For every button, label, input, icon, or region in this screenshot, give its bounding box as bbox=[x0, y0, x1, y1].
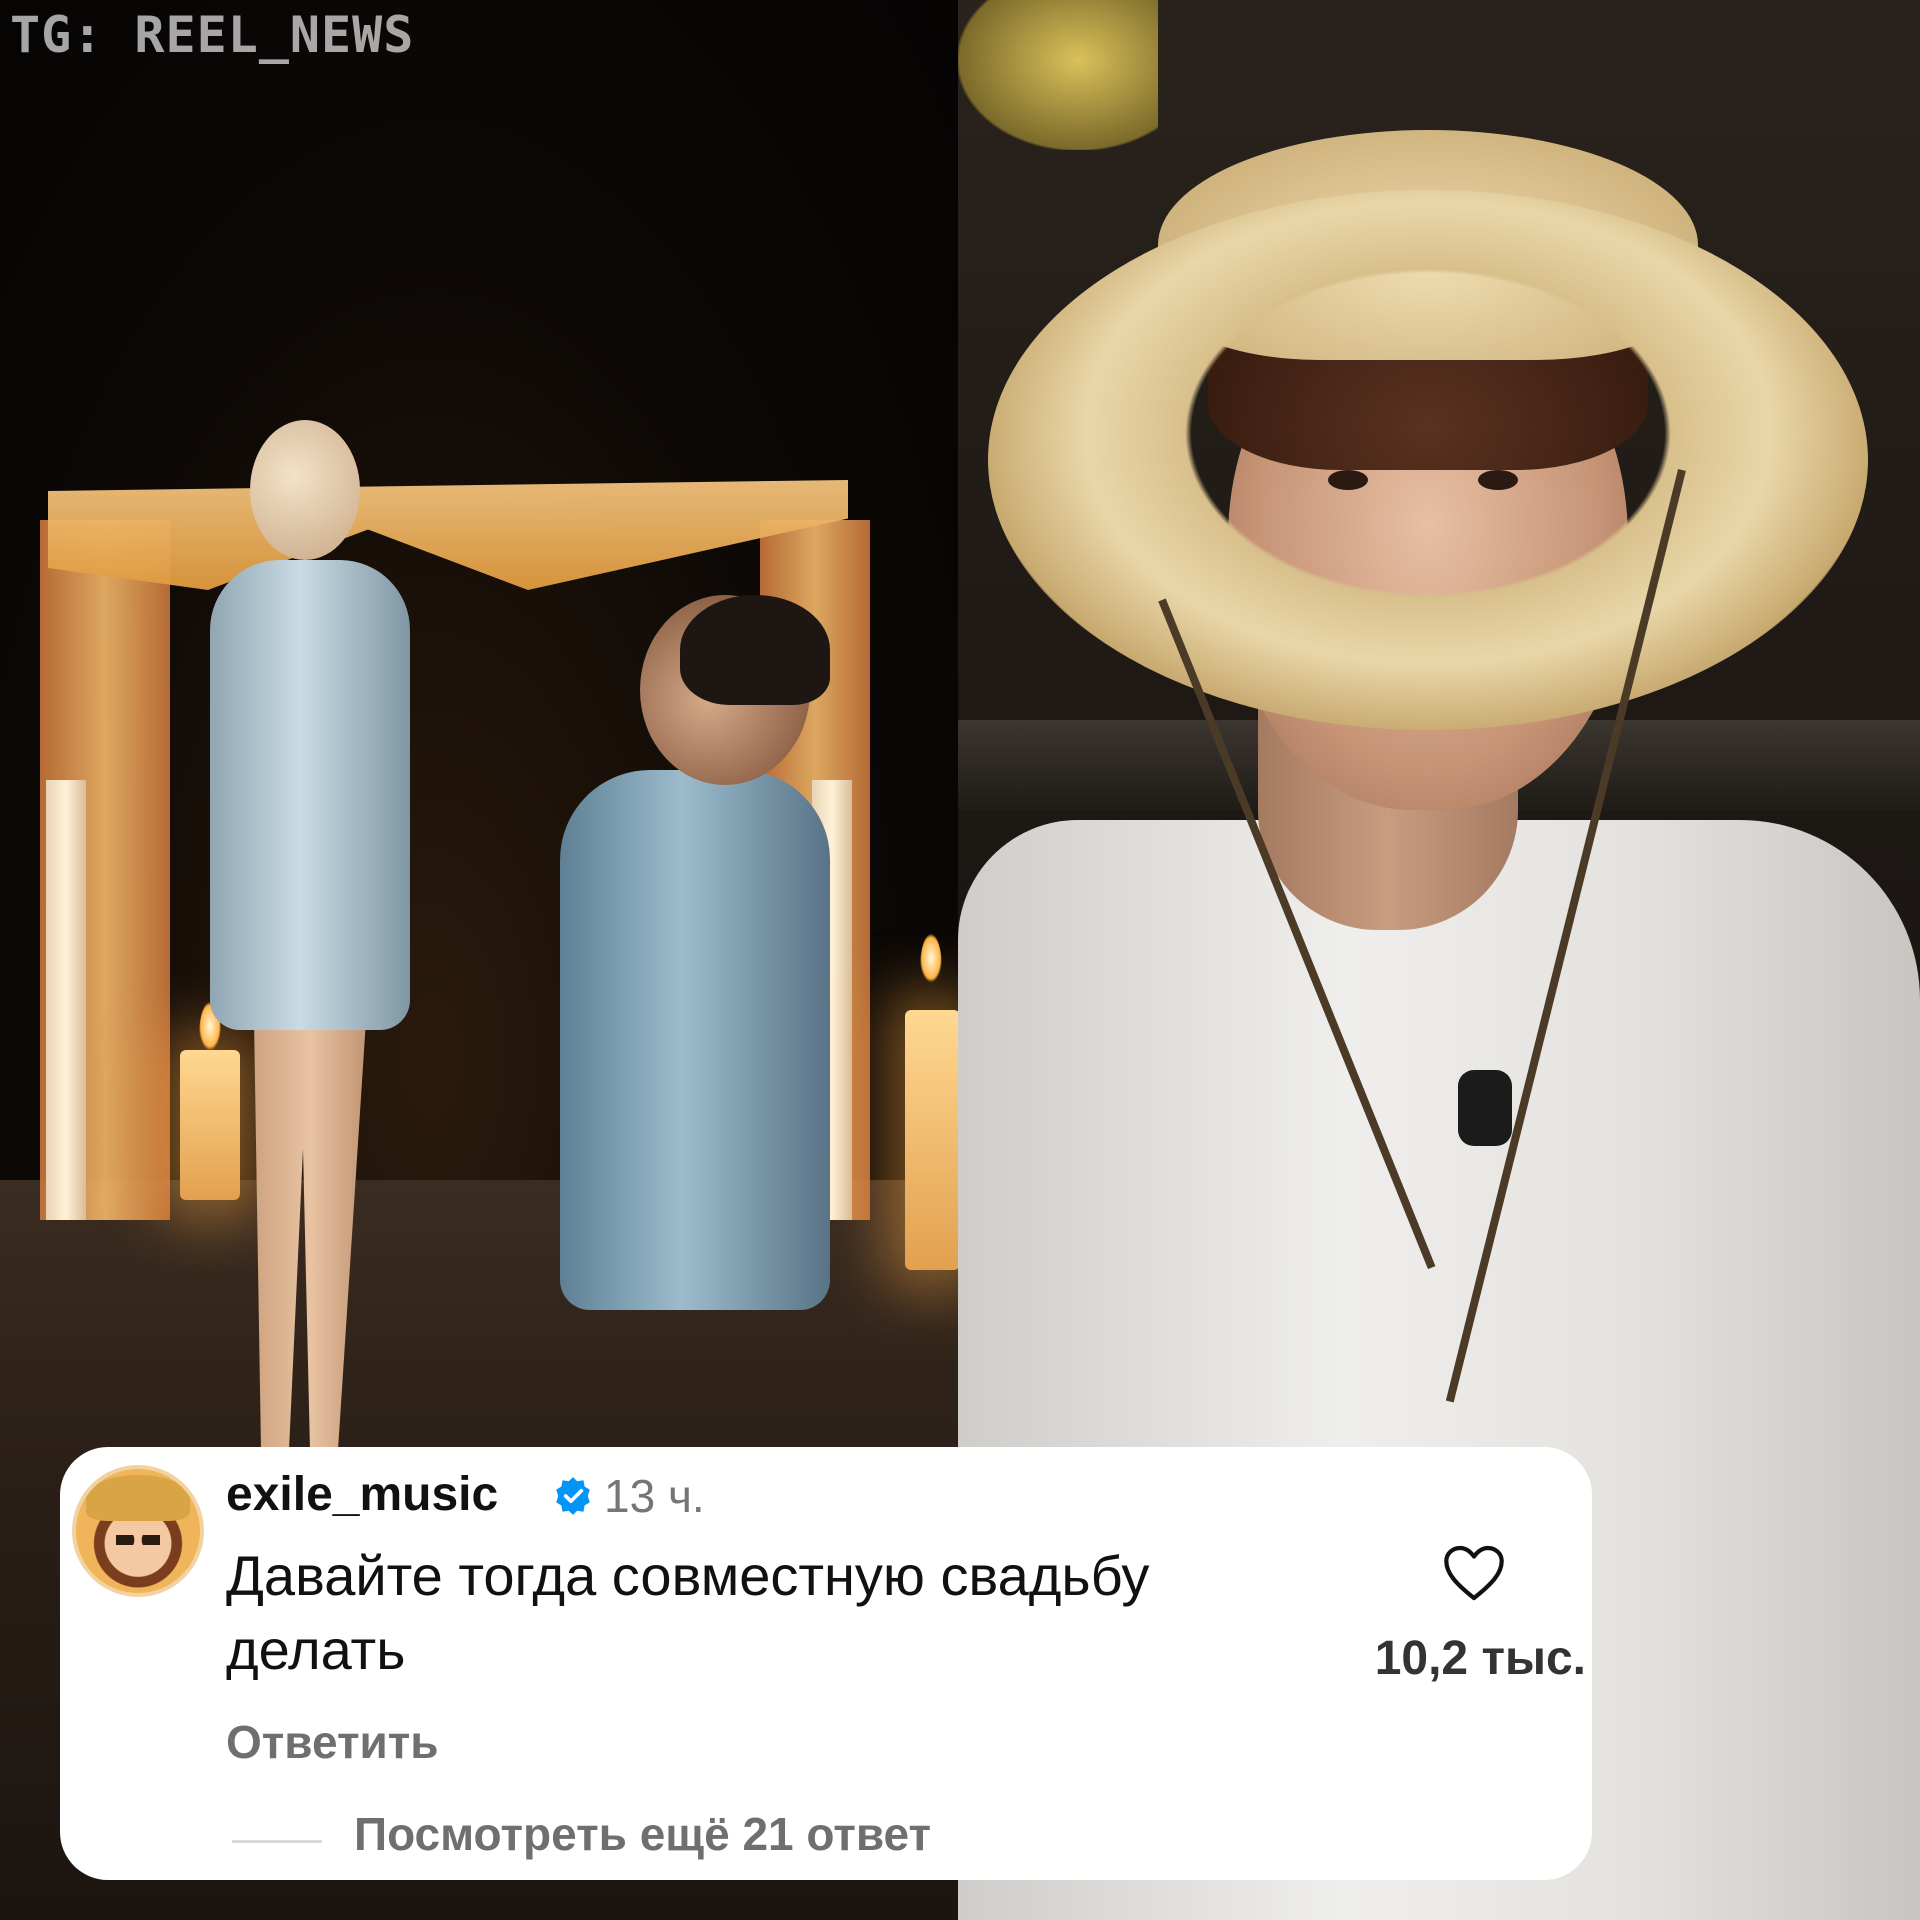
heart-outline-icon bbox=[1444, 1545, 1504, 1600]
woman-figure bbox=[210, 560, 410, 1030]
lavalier-mic bbox=[1458, 1070, 1512, 1146]
canopy-fabric bbox=[48, 480, 848, 590]
verified-badge-icon bbox=[556, 1477, 590, 1515]
woman-head bbox=[250, 420, 360, 560]
replies-divider-line bbox=[232, 1840, 322, 1843]
avatar-hat bbox=[86, 1475, 190, 1521]
avatar-eyes bbox=[116, 1535, 160, 1545]
user-avatar[interactable] bbox=[72, 1465, 204, 1597]
comment-username[interactable]: exile_music bbox=[226, 1467, 498, 1522]
canopy-post-left bbox=[46, 780, 86, 1220]
man-hair bbox=[680, 595, 830, 705]
view-replies-link[interactable]: Посмотреть ещё 21 ответ bbox=[354, 1807, 931, 1861]
comment-card: exile_music 13 ч. Давайте тогда совместн… bbox=[60, 1447, 1592, 1880]
comment-timestamp: 13 ч. bbox=[604, 1470, 705, 1522]
like-button[interactable] bbox=[1436, 1539, 1512, 1609]
watermark: TG: REEL_NEWS bbox=[10, 6, 415, 64]
like-count: 10,2 тыс. bbox=[1374, 1632, 1586, 1685]
background-toy-car bbox=[958, 0, 1158, 150]
candle bbox=[180, 1050, 240, 1200]
reply-button[interactable]: Ответить bbox=[226, 1715, 439, 1769]
comment-text: Давайте тогда совместную свадьбу делать bbox=[226, 1544, 1150, 1681]
straw-hat-brim bbox=[988, 190, 1868, 730]
kneeling-man-figure bbox=[560, 770, 830, 1310]
candle-flame bbox=[920, 934, 942, 982]
candle bbox=[905, 1010, 958, 1270]
